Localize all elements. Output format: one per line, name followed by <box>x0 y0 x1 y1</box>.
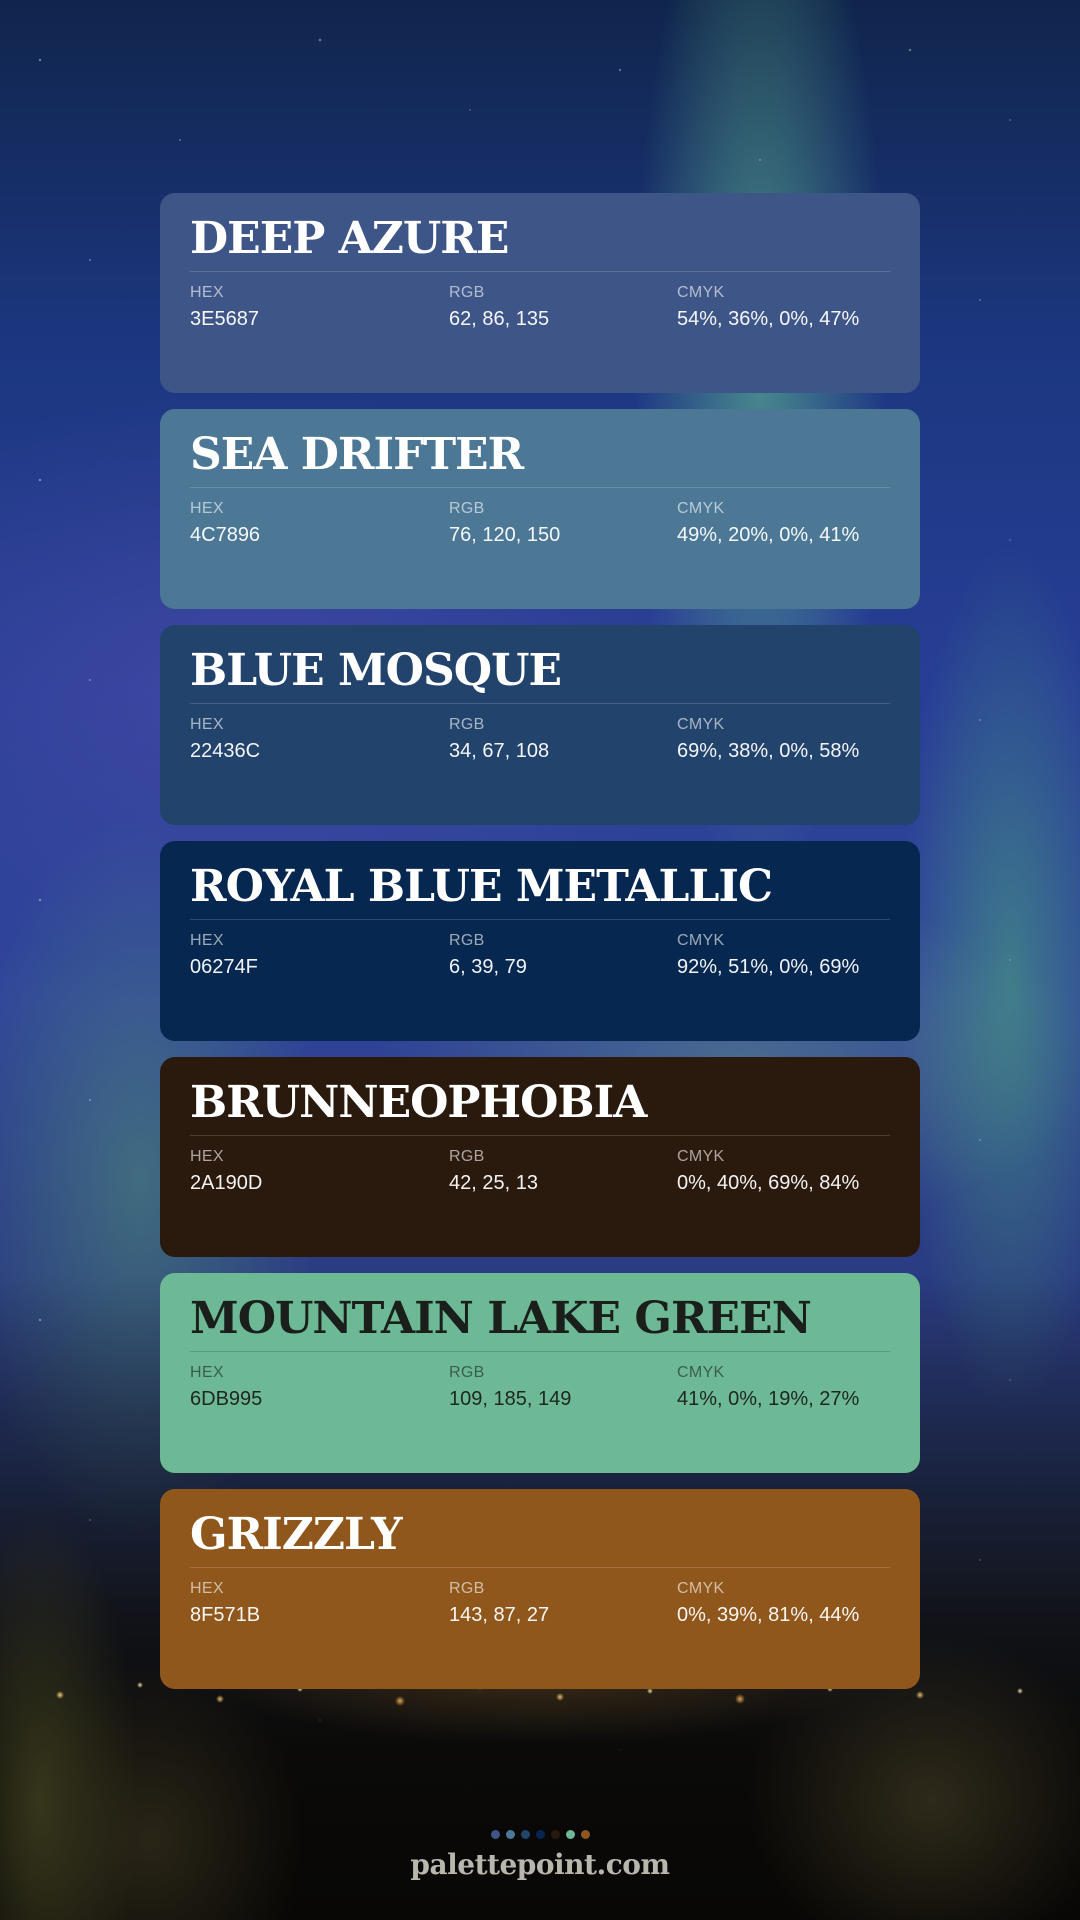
rgb-value: 42, 25, 13 <box>449 1172 538 1195</box>
color-card: ROYAL BLUE METALLIC HEX 06274F RGB 6, 39… <box>160 841 920 1041</box>
hex-value: 22436C <box>190 740 261 763</box>
cmyk-value: 92%, 51%, 0%, 69% <box>677 956 860 979</box>
palette-card-list: DEEP AZURE HEX 3E5687 RGB 62, 86, 135 CM… <box>160 193 920 1689</box>
color-card: SEA DRIFTER HEX 4C7896 RGB 76, 120, 150 … <box>160 409 920 609</box>
color-name: GRIZZLY <box>190 1510 890 1569</box>
hex-label: HEX <box>190 284 224 302</box>
cmyk-value: 54%, 36%, 0%, 47% <box>677 308 860 331</box>
hex-spec: HEX 06274F <box>190 932 449 979</box>
hex-spec: HEX 2A190D <box>190 1148 449 1195</box>
cmyk-value: 41%, 0%, 19%, 27% <box>677 1388 860 1411</box>
cmyk-spec: CMYK 54%, 36%, 0%, 47% <box>677 284 859 331</box>
rgb-spec: RGB 34, 67, 108 <box>449 716 677 763</box>
cmyk-spec: CMYK 0%, 40%, 69%, 84% <box>677 1148 859 1195</box>
hex-label: HEX <box>190 1580 224 1598</box>
hex-spec: HEX 4C7896 <box>190 500 449 547</box>
cmyk-label: CMYK <box>677 1364 725 1382</box>
hex-label: HEX <box>190 500 224 518</box>
rgb-value: 76, 120, 150 <box>449 524 561 547</box>
hex-value: 4C7896 <box>190 524 261 547</box>
rgb-spec: RGB 143, 87, 27 <box>449 1580 677 1627</box>
color-name: MOUNTAIN LAKE GREEN <box>190 1294 890 1353</box>
website-watermark: palettepoint.com <box>410 1848 670 1881</box>
color-name: BRUNNEOPHOBIA <box>190 1078 890 1137</box>
rgb-label: RGB <box>449 1580 485 1598</box>
hex-label: HEX <box>190 716 224 734</box>
color-card: GRIZZLY HEX 8F571B RGB 143, 87, 27 CMYK … <box>160 1489 920 1689</box>
hex-value: 3E5687 <box>190 308 259 331</box>
cmyk-value: 49%, 20%, 0%, 41% <box>677 524 860 547</box>
rgb-label: RGB <box>449 1148 485 1166</box>
color-dot <box>580 1830 590 1839</box>
hex-spec: HEX 22436C <box>190 716 449 763</box>
color-card: BLUE MOSQUE HEX 22436C RGB 34, 67, 108 C… <box>160 625 920 825</box>
rgb-value: 34, 67, 108 <box>449 740 550 763</box>
cmyk-spec: CMYK 0%, 39%, 81%, 44% <box>677 1580 859 1627</box>
hex-spec: HEX 8F571B <box>190 1580 449 1627</box>
cmyk-value: 69%, 38%, 0%, 58% <box>677 740 860 763</box>
cmyk-value: 0%, 39%, 81%, 44% <box>677 1604 860 1627</box>
color-specs: HEX 06274F RGB 6, 39, 79 CMYK 92%, 51%, … <box>190 932 890 979</box>
color-specs: HEX 6DB995 RGB 109, 185, 149 CMYK 41%, 0… <box>190 1364 890 1411</box>
rgb-label: RGB <box>449 284 485 302</box>
color-dot <box>490 1830 500 1839</box>
cmyk-spec: CMYK 92%, 51%, 0%, 69% <box>677 932 859 979</box>
color-card: MOUNTAIN LAKE GREEN HEX 6DB995 RGB 109, … <box>160 1273 920 1473</box>
color-specs: HEX 4C7896 RGB 76, 120, 150 CMYK 49%, 20… <box>190 500 890 547</box>
cmyk-label: CMYK <box>677 716 725 734</box>
color-name: ROYAL BLUE METALLIC <box>190 862 890 921</box>
color-dot <box>550 1830 560 1839</box>
rgb-label: RGB <box>449 716 485 734</box>
color-dot <box>565 1830 575 1839</box>
color-name: SEA DRIFTER <box>190 430 890 489</box>
rgb-spec: RGB 6, 39, 79 <box>449 932 677 979</box>
rgb-value: 62, 86, 135 <box>449 308 550 331</box>
color-dot <box>520 1830 530 1839</box>
rgb-label: RGB <box>449 932 485 950</box>
rgb-spec: RGB 76, 120, 150 <box>449 500 677 547</box>
color-specs: HEX 2A190D RGB 42, 25, 13 CMYK 0%, 40%, … <box>190 1148 890 1195</box>
cmyk-spec: CMYK 69%, 38%, 0%, 58% <box>677 716 859 763</box>
color-specs: HEX 3E5687 RGB 62, 86, 135 CMYK 54%, 36%… <box>190 284 890 331</box>
hex-value: 06274F <box>190 956 258 979</box>
hex-value: 6DB995 <box>190 1388 263 1411</box>
color-dot <box>535 1830 545 1839</box>
color-dot <box>505 1830 515 1839</box>
color-specs: HEX 22436C RGB 34, 67, 108 CMYK 69%, 38%… <box>190 716 890 763</box>
rgb-spec: RGB 109, 185, 149 <box>449 1364 677 1411</box>
hex-spec: HEX 3E5687 <box>190 284 449 331</box>
color-card: BRUNNEOPHOBIA HEX 2A190D RGB 42, 25, 13 … <box>160 1057 920 1257</box>
rgb-value: 109, 185, 149 <box>449 1388 572 1411</box>
cmyk-label: CMYK <box>677 500 725 518</box>
hex-label: HEX <box>190 1148 224 1166</box>
hex-value: 8F571B <box>190 1604 261 1627</box>
rgb-value: 143, 87, 27 <box>449 1604 550 1627</box>
rgb-label: RGB <box>449 500 485 518</box>
hex-spec: HEX 6DB995 <box>190 1364 449 1411</box>
rgb-spec: RGB 42, 25, 13 <box>449 1148 677 1195</box>
cmyk-label: CMYK <box>677 1580 725 1598</box>
rgb-value: 6, 39, 79 <box>449 956 527 979</box>
color-dots-indicator <box>0 1830 1080 1839</box>
color-name: BLUE MOSQUE <box>190 646 890 705</box>
hex-value: 2A190D <box>190 1172 263 1195</box>
color-specs: HEX 8F571B RGB 143, 87, 27 CMYK 0%, 39%,… <box>190 1580 890 1627</box>
color-card: DEEP AZURE HEX 3E5687 RGB 62, 86, 135 CM… <box>160 193 920 393</box>
rgb-label: RGB <box>449 1364 485 1382</box>
cmyk-label: CMYK <box>677 932 725 950</box>
color-name: DEEP AZURE <box>190 214 890 273</box>
hex-label: HEX <box>190 1364 224 1382</box>
cmyk-label: CMYK <box>677 284 725 302</box>
cmyk-value: 0%, 40%, 69%, 84% <box>677 1172 860 1195</box>
rgb-spec: RGB 62, 86, 135 <box>449 284 677 331</box>
hex-label: HEX <box>190 932 224 950</box>
cmyk-label: CMYK <box>677 1148 725 1166</box>
cmyk-spec: CMYK 49%, 20%, 0%, 41% <box>677 500 859 547</box>
cmyk-spec: CMYK 41%, 0%, 19%, 27% <box>677 1364 859 1411</box>
